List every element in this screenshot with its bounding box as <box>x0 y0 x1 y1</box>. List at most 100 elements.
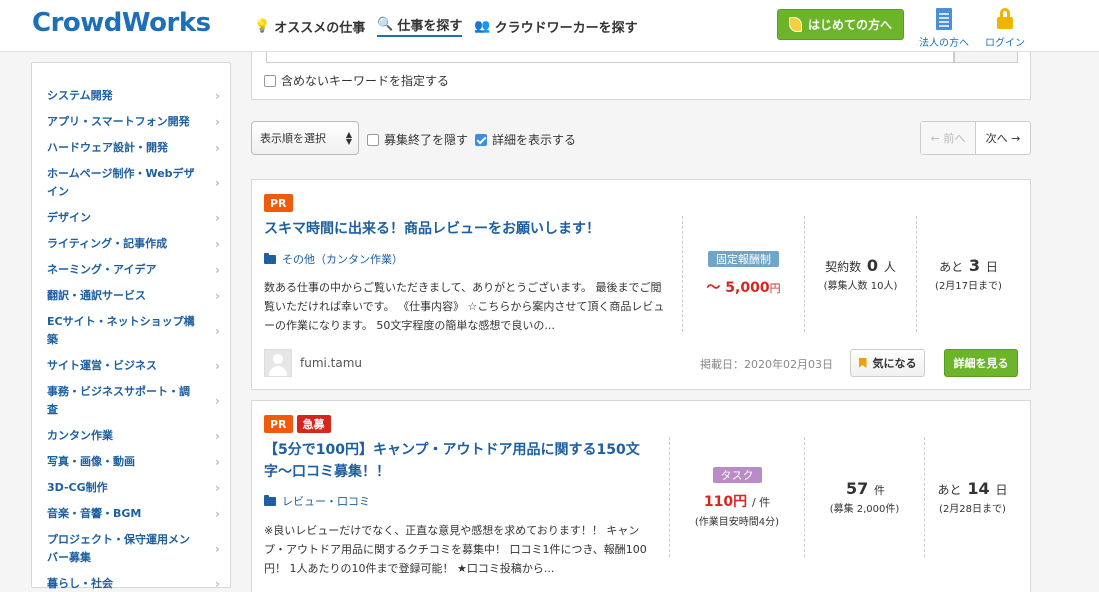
lock-icon <box>997 8 1013 30</box>
category-sidebar: システム開発 › アプリ・スマートフォン開発 › ハードウェア設計・開発 › ホームペ… <box>31 62 231 591</box>
chevron-right-icon: › <box>215 289 220 303</box>
time-estimate: (作業目安時間4分) <box>694 516 780 528</box>
sort-select[interactable]: 表示順を選択 ▲ ▼ <box>251 121 359 155</box>
job-description: ※良いレビューだけでなく、正直な意見や感想を求めております！！ キャンプ・アウト… <box>264 524 647 575</box>
sidebar-item-site-operation[interactable]: サイト運営・ビジネス › <box>32 353 230 379</box>
sidebar-item-photo-video[interactable]: 写真・画像・動画 › <box>32 449 230 475</box>
nav-label: 仕事を探す <box>397 19 463 34</box>
nav-recommended-jobs[interactable]: 💡 オススメの仕事 <box>254 17 365 36</box>
sidebar-item-translation[interactable]: 翻訳・通訳サービス › <box>32 283 230 309</box>
chevron-right-icon: › <box>215 507 220 521</box>
chevron-right-icon: › <box>215 324 220 338</box>
sidebar-item-app-dev[interactable]: アプリ・スマートフォン開発 › <box>32 109 230 135</box>
select-arrows-icon: ▲ ▼ <box>345 130 352 146</box>
beginner-guide-button[interactable]: はじめての方へ <box>777 9 904 40</box>
pay-type-badge: 固定報酬制 <box>708 251 779 267</box>
sidebar-item-web-design[interactable]: ホームページ制作・Webデザイン › <box>32 161 230 205</box>
chevron-right-icon: › <box>215 141 220 155</box>
sidebar-item-music[interactable]: 音楽・音響・BGM › <box>32 501 230 527</box>
exclude-keywords-toggle[interactable]: 含めないキーワードを指定する <box>264 72 449 89</box>
job-description: 数ある仕事の中からご覧いただきまして、ありがとうございます。 最後までご閲覧いた… <box>264 281 665 332</box>
client-username[interactable]: fumi.tamu <box>300 356 362 370</box>
recruit-note: (募集 2,000件) <box>829 504 900 515</box>
search-panel: 含めないキーワードを指定する <box>251 52 1031 100</box>
sidebar-item-3dcg[interactable]: 3D-CG制作 › <box>32 475 230 501</box>
corporate-link-label: 法人の方へ <box>919 38 969 49</box>
search-button[interactable] <box>954 52 1018 63</box>
contracts-count: 契約数 0 人 <box>825 256 896 275</box>
job-badges: PR 急募 <box>264 415 335 433</box>
avatar[interactable] <box>264 349 292 377</box>
sidebar-item-office-support[interactable]: 事務・ビジネスサポート・調査 › <box>32 379 230 423</box>
job-category[interactable]: その他（カンタン作業） <box>264 251 403 267</box>
sidebar-item-writing[interactable]: ライティング・記事作成 › <box>32 231 230 257</box>
sort-select-value: 表示順を選択 <box>260 132 326 145</box>
sidebar-item-project-members[interactable]: プロジェクト・保守運用メンバー募集 › <box>32 527 230 571</box>
job-deadline-column: あと 3 日 (2月17日まで) <box>916 216 1020 332</box>
job-category-label: レビュー・口コミ <box>282 495 370 508</box>
nav-find-jobs[interactable]: 🔍 仕事を探す <box>377 15 463 37</box>
job-title[interactable]: 【5分で100円】キャンプ・アウトドア用品に関する150文 字〜口コミ募集！！ <box>264 439 664 483</box>
job-category[interactable]: レビュー・口コミ <box>264 493 370 509</box>
posted-date: 掲載日：2020年02月03日 <box>700 358 833 371</box>
chevron-right-icon: › <box>215 429 220 443</box>
remaining-days: あと 14 日 <box>937 479 1008 498</box>
search-icon: 🔍 <box>377 17 394 32</box>
bookmark-icon <box>858 358 867 368</box>
prev-page-button[interactable]: ← 前へ <box>921 122 976 154</box>
exclude-keywords-checkbox[interactable] <box>264 74 276 87</box>
beginner-guide-label: はじめての方へ <box>807 18 892 32</box>
remaining-days: あと 3 日 <box>939 256 998 275</box>
login-link[interactable]: ログイン <box>985 6 1025 49</box>
people-icon: 👥 <box>474 18 491 34</box>
job-pay-column: タスク 110円 / 件 (作業目安時間4分) <box>669 437 804 557</box>
crowdworks-logo[interactable]: CrowdWorks <box>32 8 211 38</box>
hide-closed-toggle[interactable]: 募集終了を隠す <box>367 131 468 148</box>
pagination: ← 前へ 次へ → <box>920 121 1031 155</box>
beginner-mark-icon <box>788 17 802 32</box>
hide-closed-label: 募集終了を隠す <box>384 133 469 147</box>
sidebar-item-easy-tasks[interactable]: カンタン作業 › <box>32 423 230 449</box>
application-count: 57 件 <box>845 479 886 498</box>
recruit-note: (募集人数 10人) <box>823 281 898 292</box>
corporate-link[interactable]: 法人の方へ <box>919 6 969 49</box>
job-pay-column: 固定報酬制 ～ 5,000円 <box>682 216 804 332</box>
chevron-right-icon: › <box>215 455 220 469</box>
sidebar-item-life-society[interactable]: 暮らし・社会 › <box>32 571 230 592</box>
sidebar-item-naming[interactable]: ネーミング・アイデア › <box>32 257 230 283</box>
folder-icon <box>264 494 276 506</box>
sidebar-item-hardware[interactable]: ハードウェア設計・開発 › <box>32 135 230 161</box>
show-details-toggle[interactable]: 詳細を表示する <box>475 131 576 148</box>
results-toolbar: 表示順を選択 ▲ ▼ 募集終了を隠す 詳細を表示する ← 前へ 次へ → <box>251 121 1031 155</box>
chevron-right-icon: › <box>215 359 220 373</box>
keyword-input[interactable] <box>266 52 954 63</box>
chevron-right-icon: › <box>215 577 220 591</box>
chevron-right-icon: › <box>215 115 220 129</box>
deadline-date: (2月28日まで) <box>939 504 1006 515</box>
view-details-button[interactable]: 詳細を見る <box>944 349 1018 377</box>
building-icon <box>936 8 952 30</box>
job-count-column: 57 件 (募集 2,000件) <box>804 437 924 557</box>
nav-find-workers[interactable]: 👥 クラウドワーカーを探す <box>474 17 637 36</box>
show-details-checkbox[interactable] <box>475 133 487 146</box>
bookmark-label: 気になる <box>872 357 917 370</box>
site-header: CrowdWorks 💡 オススメの仕事 🔍 仕事を探す 👥 クラウドワーカーを… <box>0 0 1099 52</box>
bookmark-button[interactable]: 気になる <box>850 349 925 377</box>
sidebar-item-design[interactable]: デザイン › <box>32 205 230 231</box>
chevron-right-icon: › <box>215 237 220 251</box>
sidebar-item-system-dev[interactable]: システム開発 › <box>32 83 230 109</box>
nav-label: オススメの仕事 <box>274 20 366 36</box>
job-card: PR スキマ時間に出来る！商品レビューをお願いします！ その他（カンタン作業） … <box>251 179 1031 390</box>
job-title[interactable]: スキマ時間に出来る！商品レビューをお願いします！ <box>264 218 600 240</box>
chevron-right-icon: › <box>215 211 220 225</box>
pay-type-badge: タスク <box>712 466 762 483</box>
job-price: ～ 5,000円 <box>706 280 781 296</box>
nav-label: クラウドワーカーを探す <box>494 20 638 36</box>
job-card: PR 急募 【5分で100円】キャンプ・アウトドア用品に関する150文 字〜口コ… <box>251 400 1031 592</box>
show-details-label: 詳細を表示する <box>492 133 577 147</box>
job-price: 110円 / 件 <box>703 493 771 510</box>
sidebar-item-ec-site[interactable]: ECサイト・ネットショップ構築 › <box>32 309 230 353</box>
job-deadline-column: あと 14 日 (2月28日まで) <box>924 437 1020 557</box>
hide-closed-checkbox[interactable] <box>367 133 379 146</box>
next-page-button[interactable]: 次へ → <box>976 122 1030 154</box>
